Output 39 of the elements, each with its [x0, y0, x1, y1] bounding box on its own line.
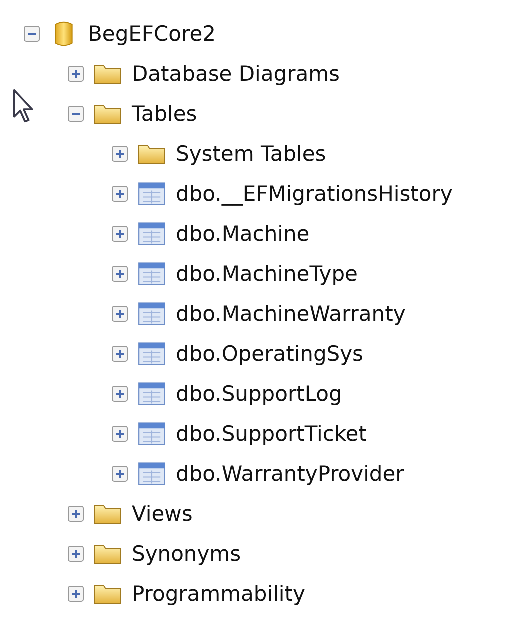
- expand-icon[interactable]: [68, 66, 84, 82]
- tree-item-label[interactable]: Synonyms: [132, 542, 242, 566]
- tree-item-label[interactable]: dbo.MachineType: [176, 262, 358, 286]
- mouse-pointer-icon: [12, 88, 36, 124]
- expand-icon[interactable]: [112, 386, 128, 402]
- table-icon: [138, 341, 166, 367]
- table-icon: [138, 181, 166, 207]
- expand-icon[interactable]: [112, 226, 128, 242]
- tree-item-label[interactable]: Programmability: [132, 582, 306, 606]
- collapse-icon[interactable]: [68, 106, 84, 122]
- expand-icon[interactable]: [112, 186, 128, 202]
- table-icon: [138, 381, 166, 407]
- collapse-icon[interactable]: [24, 26, 40, 42]
- tree-item-label[interactable]: System Tables: [176, 142, 326, 166]
- expand-icon[interactable]: [68, 546, 84, 562]
- expand-icon[interactable]: [112, 346, 128, 362]
- tree-item-label[interactable]: dbo.Machine: [176, 222, 310, 246]
- expand-icon[interactable]: [112, 266, 128, 282]
- tree-item-label[interactable]: Database Diagrams: [132, 62, 340, 86]
- table-icon: [138, 221, 166, 247]
- expand-icon[interactable]: [68, 586, 84, 602]
- tree-item-label[interactable]: Tables: [132, 102, 198, 126]
- expand-icon[interactable]: [68, 506, 84, 522]
- expand-icon[interactable]: [112, 306, 128, 322]
- table-icon: [138, 461, 166, 487]
- tree-item-label[interactable]: dbo.SupportTicket: [176, 422, 367, 446]
- tree-item-label[interactable]: dbo.MachineWarranty: [176, 302, 406, 326]
- tree-item-label[interactable]: dbo.SupportLog: [176, 382, 342, 406]
- expand-icon[interactable]: [112, 426, 128, 442]
- tree-item-label[interactable]: Views: [132, 502, 193, 526]
- table-icon: [138, 301, 166, 327]
- tree-item-label[interactable]: dbo.OperatingSys: [176, 342, 364, 366]
- expand-icon[interactable]: [112, 466, 128, 482]
- tree-item-label[interactable]: dbo.__EFMigrationsHistory: [176, 182, 453, 206]
- expand-icon[interactable]: [112, 146, 128, 162]
- tree-item-label[interactable]: dbo.WarrantyProvider: [176, 462, 404, 486]
- table-icon: [138, 261, 166, 287]
- tree-item-label[interactable]: BegEFCore2: [88, 22, 216, 46]
- table-icon: [138, 421, 166, 447]
